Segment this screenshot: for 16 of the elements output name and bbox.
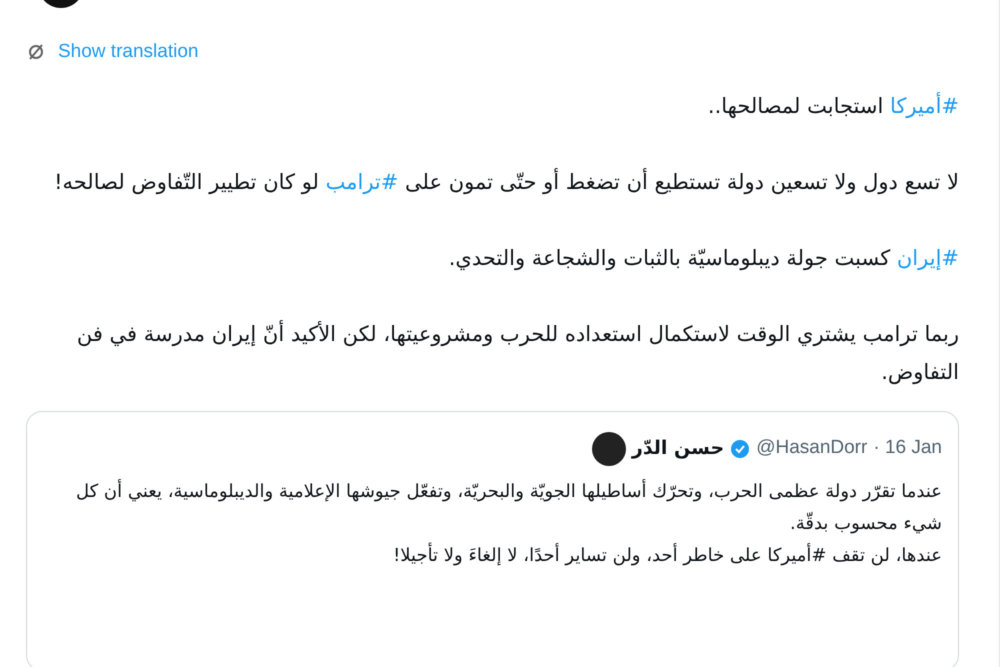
translate-icon [26,42,46,62]
post-paragraph: ربما ترامب يشتري الوقت لاستكمال استعداده للحرب ومشروعيتها، لكن الأكيد أنّ إيران مدرسة في فن التفاوض. [76,319,959,386]
post-paragraph: #إيران كسبت جولة ديبلوماسيّة بالثبات والشجاعة والتحدي. [448,244,959,272]
hashtag-link[interactable]: #أميركا [890,94,959,118]
quoted-post-text: عندها، لن تقف #أميركا على خاطر أحد، ولن تساير أحدًا، لا إلغاءَ ولا تأجيلا! [392,542,942,568]
author-name: حسن الدّر [632,436,724,462]
show-translation-link[interactable]: Show translation [26,38,198,66]
hashtag-link[interactable]: #ترامب [326,170,398,194]
author-handle: @HasanDorr [756,436,868,460]
hashtag-link[interactable]: #إيران [896,246,959,270]
quoted-post-card[interactable] [26,410,959,667]
post-paragraph: #أميركا استجابت لمصالحها.. [706,91,959,120]
avatar[interactable] [592,432,626,466]
quoted-post-text: عندما تقرّر دولة عظمى الحرب، وتحرّك أساطيلها الجويّة والبحريّة، وتفعّل جيوشها الإعلامية والديبلوماسية، يعني أن كل شيء محسوب بدقّة. [75,478,942,536]
post-date: · 16 Jan [873,436,942,460]
post-paragraph: لا تسع دول ولا تسعين دولة تستطيع أن تضغط أو حتّى تمون على #ترامب لو كان تطيير التّفاوض لصالحه! [53,167,959,196]
